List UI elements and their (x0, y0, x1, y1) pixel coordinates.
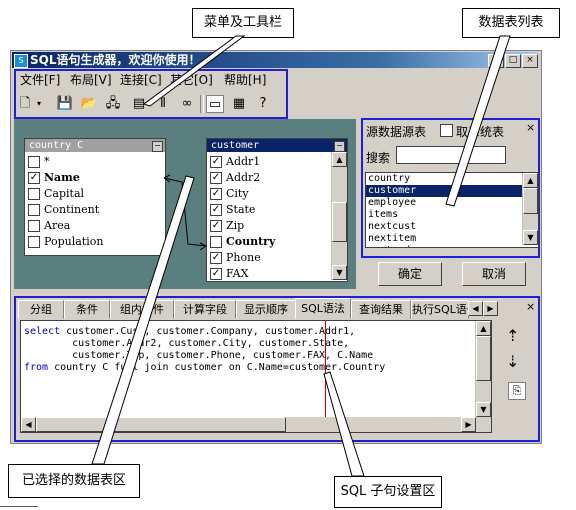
callout-pointers (91, 35, 511, 477)
divider (0, 506, 38, 507)
